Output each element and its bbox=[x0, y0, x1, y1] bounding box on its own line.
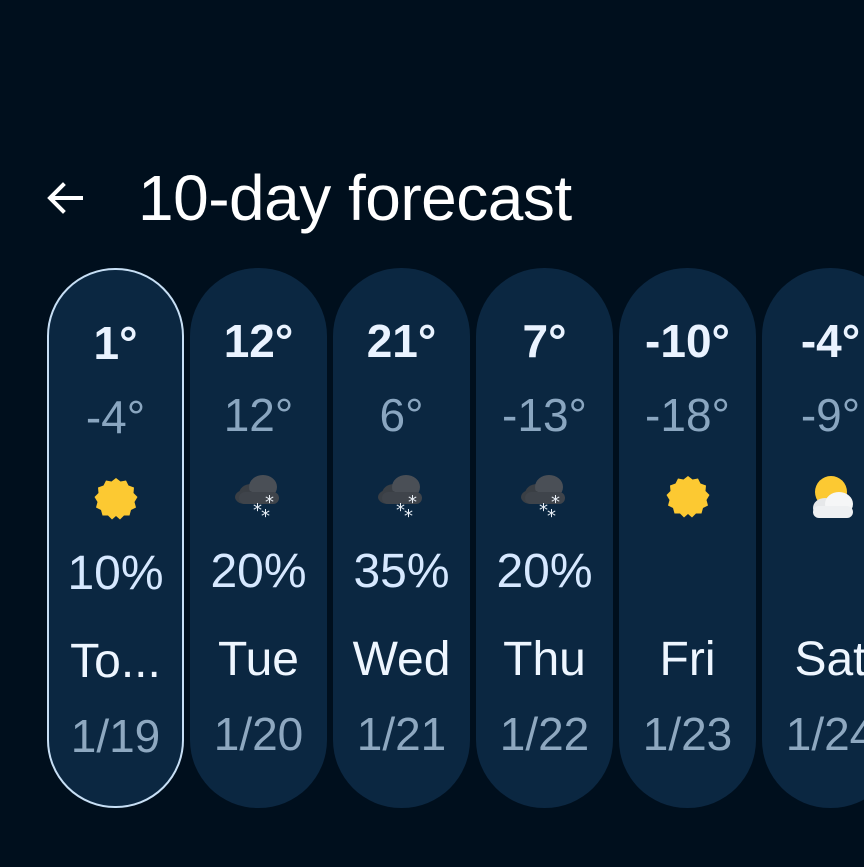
day-column-4[interactable]: -10° -18° Fri 1/23 bbox=[619, 268, 756, 808]
day-label: Tue bbox=[218, 633, 299, 686]
date-label: 1/19 bbox=[70, 710, 161, 762]
day-label: Fri bbox=[659, 633, 716, 686]
high-temp: 21° bbox=[366, 315, 437, 367]
day-column-2[interactable]: 21° 6° * * * 35% Wed 1/21 bbox=[333, 268, 470, 808]
back-button[interactable] bbox=[40, 173, 90, 223]
precip-chance: 35% bbox=[353, 545, 450, 598]
high-temp: -4° bbox=[800, 315, 861, 367]
low-temp: -18° bbox=[645, 389, 730, 441]
date-label: 1/22 bbox=[499, 708, 590, 760]
day-label: Wed bbox=[352, 633, 451, 686]
svg-text:*: * bbox=[547, 506, 556, 524]
high-temp: 7° bbox=[522, 315, 567, 367]
day-label: Sat bbox=[794, 633, 864, 686]
partly-cloudy-icon bbox=[762, 473, 864, 523]
low-temp: 6° bbox=[379, 389, 424, 441]
date-label: 1/20 bbox=[213, 708, 304, 760]
precip-chance: 10% bbox=[67, 547, 164, 600]
day-label: To... bbox=[70, 635, 161, 688]
precip-chance: 20% bbox=[496, 545, 593, 598]
snow-cloud-icon: * * * bbox=[190, 473, 327, 524]
sunny-icon bbox=[619, 473, 756, 523]
high-temp: -10° bbox=[645, 315, 730, 367]
high-temp: 12° bbox=[223, 315, 294, 367]
sunny-icon bbox=[49, 475, 182, 525]
snow-cloud-icon: * * * bbox=[476, 473, 613, 524]
page-title: 10-day forecast bbox=[138, 162, 572, 234]
date-label: 1/24 bbox=[785, 708, 864, 760]
date-label: 1/23 bbox=[642, 708, 733, 760]
low-temp: -13° bbox=[502, 389, 587, 441]
day-label: Thu bbox=[503, 633, 586, 686]
svg-text:*: * bbox=[261, 506, 270, 524]
day-column-3[interactable]: 7° -13° * * * 20% Thu 1/22 bbox=[476, 268, 613, 808]
day-column-0[interactable]: 1° -4° 10% To... 1/19 bbox=[47, 268, 184, 808]
low-temp: 12° bbox=[223, 389, 294, 441]
date-label: 1/21 bbox=[356, 708, 447, 760]
day-column-1[interactable]: 12° 12° * * * 20% Tue 1/20 bbox=[190, 268, 327, 808]
low-temp: -4° bbox=[85, 391, 146, 443]
header: 10-day forecast bbox=[0, 150, 864, 246]
precip-chance: 20% bbox=[210, 545, 307, 598]
day-column-5[interactable]: -4° -9° Sat 1/24 bbox=[762, 268, 864, 808]
snow-cloud-icon: * * * bbox=[333, 473, 470, 524]
svg-text:*: * bbox=[404, 506, 413, 524]
back-arrow-icon bbox=[47, 182, 83, 214]
forecast-strip[interactable]: 1° -4° 10% To... 1/19 12° 12° * * * 20% … bbox=[0, 268, 864, 813]
low-temp: -9° bbox=[800, 389, 861, 441]
high-temp: 1° bbox=[93, 317, 138, 369]
